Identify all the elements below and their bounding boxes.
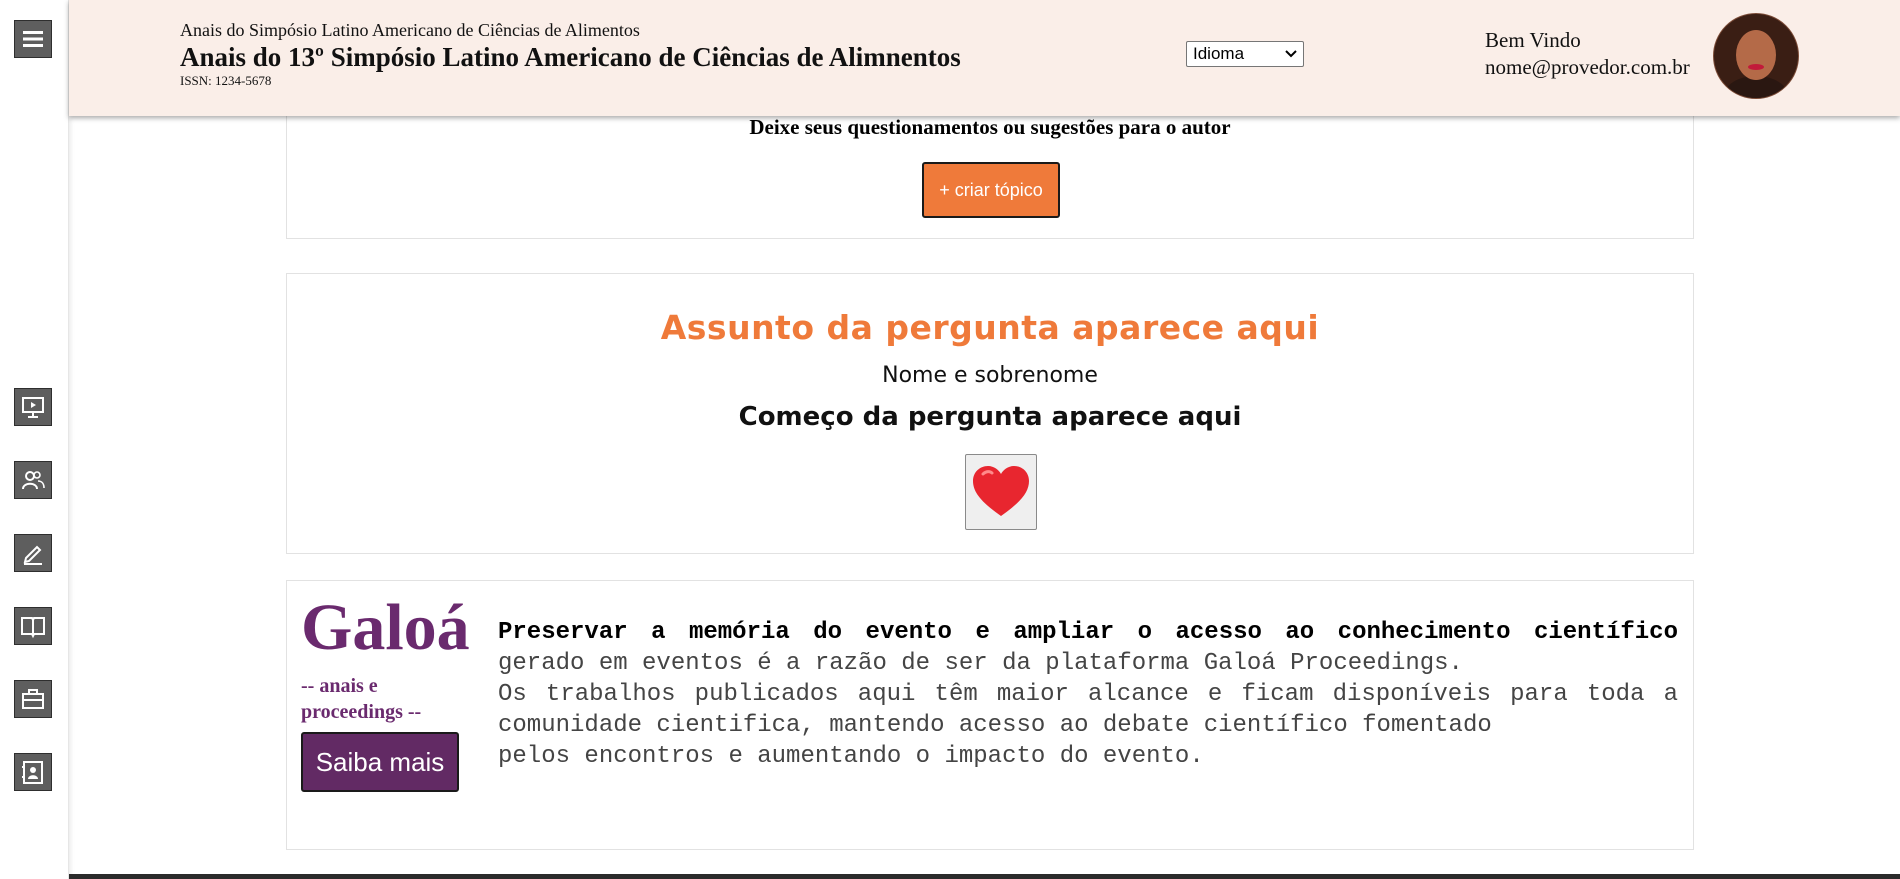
galoa-description: Preservar a memória do evento e ampliar … xyxy=(498,617,1678,772)
menu-button[interactable] xyxy=(14,20,52,58)
user-welcome: Bem Vindo nome@provedor.com.br xyxy=(1485,27,1690,81)
avatar[interactable] xyxy=(1713,13,1799,99)
people-icon xyxy=(22,471,45,490)
learn-more-button[interactable]: Saiba mais xyxy=(301,732,459,792)
book-icon xyxy=(21,617,45,639)
menu-icon xyxy=(23,31,43,47)
page-header: Anais do Simpósio Latino Americano de Ci… xyxy=(69,0,1900,116)
sidebar-item-exhibitors[interactable] xyxy=(14,680,52,718)
galoa-text-2: Os trabalhos publicados aqui têm maior a… xyxy=(498,681,1678,739)
question-author: Nome e sobrenome xyxy=(882,363,1098,388)
create-topic-panel: Deixe seus questionamentos ou sugestões … xyxy=(286,100,1694,239)
header-subtitle: Anais do Simpósio Latino Americano de Ci… xyxy=(180,20,640,40)
sidebar-item-proceedings[interactable] xyxy=(14,607,52,645)
sidebar-item-presentations[interactable] xyxy=(14,388,52,426)
left-sidebar xyxy=(0,0,69,879)
language-select-value: Idioma xyxy=(1193,44,1245,63)
heart-icon xyxy=(973,466,1029,516)
welcome-label: Bem Vindo xyxy=(1485,28,1581,52)
create-topic-button[interactable]: + criar tópico xyxy=(922,162,1060,218)
galoa-tagline: -- anais e proceedings -- xyxy=(301,675,422,723)
galoa-text-1: gerado em eventos é a razão de ser da pl… xyxy=(498,650,1463,677)
like-button[interactable] xyxy=(965,454,1037,530)
galoa-text-3: pelos encontros e aumentando o impacto d… xyxy=(498,743,1204,770)
galoa-bold-text: Preservar a memória do evento e ampliar … xyxy=(498,619,1678,646)
language-select[interactable]: Idioma xyxy=(1186,41,1304,67)
bottom-divider xyxy=(69,874,1900,879)
sidebar-item-people[interactable] xyxy=(14,461,52,499)
user-email: nome@provedor.com.br xyxy=(1485,55,1690,79)
briefcase-icon xyxy=(22,689,44,709)
chevron-down-icon xyxy=(1285,50,1297,58)
question-excerpt: Começo da pergunta aparece aqui xyxy=(738,402,1242,432)
sidebar-item-submit[interactable] xyxy=(14,534,52,572)
question-card[interactable]: Assunto da pergunta aparece aqui Nome e … xyxy=(286,273,1694,554)
galoa-panel: Galoá -- anais e proceedings -- Saiba ma… xyxy=(286,580,1694,850)
issn-label: ISSN: 1234-5678 xyxy=(180,73,272,88)
edit-icon xyxy=(23,545,42,565)
page-title: Anais do 13º Simpósio Latino Americano d… xyxy=(180,42,961,72)
question-subject[interactable]: Assunto da pergunta aparece aqui xyxy=(287,308,1693,347)
galoa-logo: Galoá xyxy=(301,591,470,664)
presentation-icon xyxy=(22,397,44,418)
topic-prompt: Deixe seus questionamentos ou sugestões … xyxy=(749,115,1231,139)
sidebar-item-contacts[interactable] xyxy=(14,753,52,791)
contact-card-icon xyxy=(22,761,43,784)
